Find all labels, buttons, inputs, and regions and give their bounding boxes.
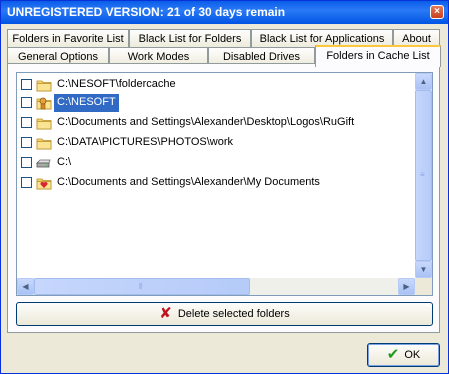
tab-label: Black List for Applications	[259, 33, 385, 45]
list-item[interactable]: C:\Documents and Settings\Alexander\Desk…	[21, 114, 416, 132]
scroll-right-button[interactable]: ▶	[398, 278, 415, 295]
title-bar[interactable]: UNREGISTERED VERSION: 21 of 30 days rema…	[1, 1, 448, 24]
tab-label: Folders in Favorite List	[12, 33, 124, 45]
scroll-up-button[interactable]: ▲	[415, 73, 432, 90]
app-window: UNREGISTERED VERSION: 21 of 30 days rema…	[0, 0, 449, 374]
grip-icon: ≡	[420, 170, 425, 179]
list-item[interactable]: C:\NESOFT\foldercache	[21, 76, 416, 94]
close-icon: ×	[434, 6, 440, 17]
folder-path: C:\NESOFT\foldercache	[57, 78, 176, 90]
tab-label: Disabled Drives	[222, 51, 301, 63]
tab-folders-in-favorite-list[interactable]: Folders in Favorite List	[7, 29, 129, 49]
list-item[interactable]: C:\	[21, 154, 416, 172]
window-title: UNREGISTERED VERSION: 21 of 30 days rema…	[7, 5, 286, 19]
red-x-icon: ✘	[159, 305, 172, 322]
folder-checkbox[interactable]	[21, 97, 32, 108]
folder-path: C:\Documents and Settings\Alexander\My D…	[57, 176, 320, 188]
folder-checkbox[interactable]	[21, 137, 32, 148]
tab-black-list-for-folders[interactable]: Black List for Folders	[129, 29, 251, 49]
list-item[interactable]: C:\DATA\PICTURES\PHOTOS\work	[21, 134, 416, 152]
tab-label: About	[402, 33, 431, 45]
drive-icon	[36, 159, 51, 168]
tab-label: Work Modes	[127, 51, 190, 63]
folder-checkbox[interactable]	[21, 157, 32, 168]
vertical-scroll-thumb[interactable]: ≡	[415, 90, 432, 261]
checkmark-icon: ✔	[386, 346, 400, 363]
grip-icon: ⦀	[139, 282, 143, 291]
tab-label: Black List for Folders	[138, 33, 242, 45]
close-button[interactable]: ×	[430, 5, 444, 19]
scroll-left-button[interactable]: ◀	[17, 278, 34, 295]
scrollbar-corner	[415, 278, 432, 295]
folder-path: C:\	[57, 156, 72, 168]
chevron-right-icon: ▶	[403, 282, 410, 291]
horizontal-scrollbar[interactable]: ◀ ⦀ ▶	[17, 278, 415, 295]
folder-icon	[36, 80, 52, 92]
chevron-down-icon: ▼	[419, 265, 428, 274]
scroll-down-button[interactable]: ▼	[415, 261, 432, 278]
list-item[interactable]: C:\Documents and Settings\Alexander\My D…	[21, 174, 416, 192]
horizontal-scroll-thumb[interactable]: ⦀	[34, 278, 250, 295]
folder-path: C:\DATA\PICTURES\PHOTOS\work	[57, 136, 234, 148]
chevron-left-icon: ◀	[22, 282, 29, 291]
folder-list[interactable]: C:\NESOFT\foldercache C:\NESOFT C:\Docum…	[16, 72, 433, 296]
delete-selected-folders-button[interactable]: ✘ Delete selected folders	[16, 302, 433, 326]
delete-button-label: Delete selected folders	[177, 308, 290, 320]
tab-label: General Options	[17, 51, 99, 63]
folder-icon	[36, 138, 52, 150]
tab-folders-in-cache-list[interactable]: Folders in Cache List	[315, 45, 441, 67]
folder-checkbox[interactable]	[21, 79, 32, 90]
folder-icon	[36, 118, 52, 130]
my-documents-icon	[36, 178, 52, 190]
cache-list-panel: C:\NESOFT\foldercache C:\NESOFT C:\Docum…	[7, 63, 440, 333]
tab-label: Folders in Cache List	[326, 50, 430, 62]
folder-checkbox[interactable]	[21, 117, 32, 128]
special-folder-icon	[36, 97, 52, 110]
ok-button-label: OK	[404, 349, 421, 361]
vertical-scrollbar[interactable]: ▲ ≡ ▼	[415, 73, 432, 278]
folder-checkbox[interactable]	[21, 177, 32, 188]
chevron-up-icon: ▲	[419, 77, 428, 86]
folder-path: C:\NESOFT	[54, 94, 119, 112]
list-item[interactable]: C:\NESOFT	[21, 94, 416, 112]
ok-button[interactable]: ✔ OK	[367, 343, 440, 367]
folder-path: C:\Documents and Settings\Alexander\Desk…	[57, 116, 355, 128]
